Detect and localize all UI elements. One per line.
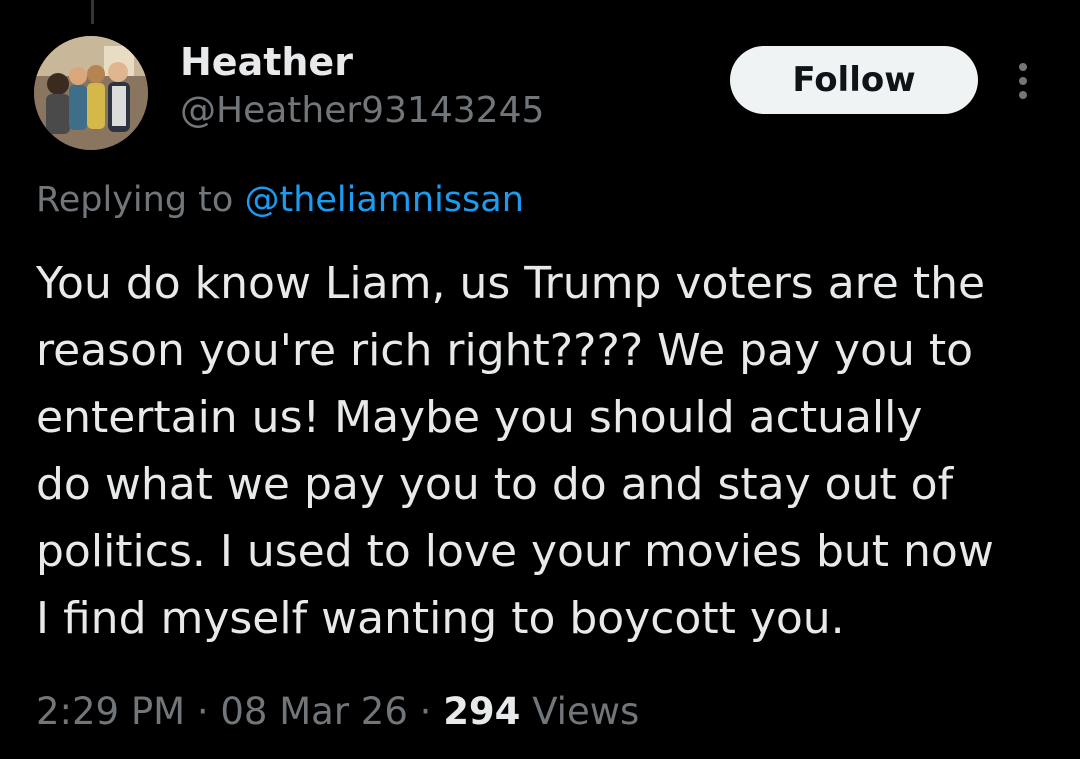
avatar[interactable] bbox=[34, 36, 148, 150]
more-vertical-icon bbox=[1019, 63, 1027, 99]
tweet-text-line: politics. I used to love your movies but… bbox=[36, 526, 994, 577]
tweet-date[interactable]: 08 Mar 26 bbox=[220, 690, 408, 733]
views-count[interactable]: 294 bbox=[443, 690, 520, 733]
author-display-name[interactable]: Heather bbox=[180, 40, 353, 84]
views-label: Views bbox=[532, 690, 640, 733]
meta-separator: · bbox=[419, 690, 432, 733]
meta-separator: · bbox=[196, 690, 209, 733]
avatar-photo bbox=[34, 36, 148, 150]
replying-to-line: Replying to @theliamnissan bbox=[36, 180, 524, 220]
follow-button[interactable]: Follow bbox=[730, 46, 978, 114]
tweet-metadata: 2:29 PM · 08 Mar 26 · 294 Views bbox=[36, 690, 639, 733]
tweet-body-text: You do know Liam, us Trump voters are th… bbox=[36, 250, 1056, 652]
tweet-text-line: You do know Liam, us Trump voters are th… bbox=[36, 258, 986, 309]
tweet-text-line: do what we pay you to do and stay out of bbox=[36, 459, 954, 510]
tweet-text-line: entertain us! Maybe you should actually bbox=[36, 392, 923, 443]
tweet-text-line: reason you're rich right???? We pay you … bbox=[36, 325, 974, 376]
tweet-text-line: I find myself wanting to boycott you. bbox=[36, 593, 845, 644]
thread-connector-line bbox=[91, 0, 94, 24]
replying-to-handle-link[interactable]: @theliamnissan bbox=[244, 180, 523, 220]
replying-to-label: Replying to bbox=[36, 180, 234, 220]
author-handle[interactable]: @Heather93143245 bbox=[180, 90, 544, 131]
more-options-button[interactable] bbox=[1008, 58, 1038, 104]
tweet-time[interactable]: 2:29 PM bbox=[36, 690, 185, 733]
